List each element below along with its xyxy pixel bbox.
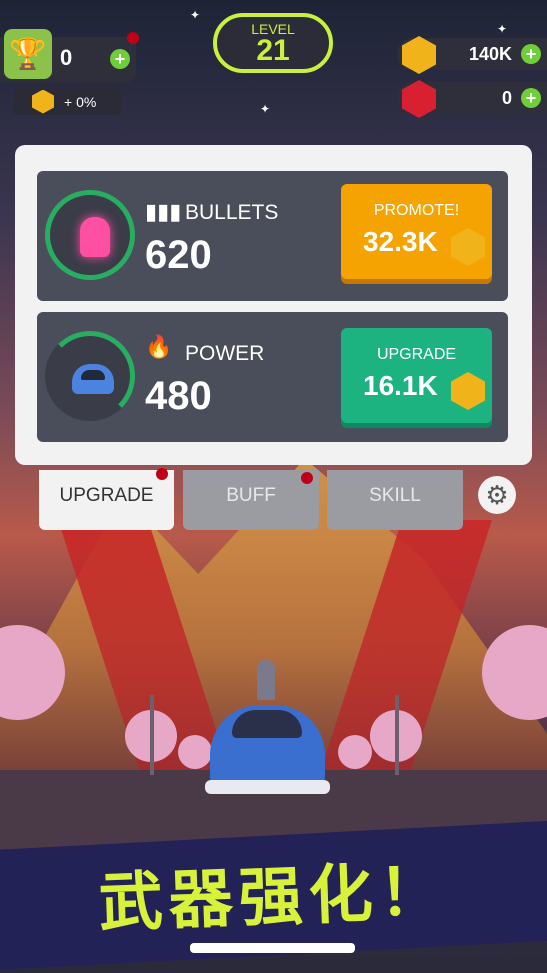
stat-label: POWER (185, 342, 265, 365)
player-car (205, 660, 330, 800)
ammo-icon: ▮▮▮ (145, 199, 182, 224)
gold-amount: 140K (468, 44, 512, 64)
bonus-indicator: + 0% (14, 88, 121, 115)
notification-dot (156, 468, 168, 480)
bonus-text: + 0% (64, 93, 97, 110)
button-price: 16.1K (363, 370, 438, 401)
trophy-icon: 🏆 (4, 29, 52, 79)
button-label: PROMOTE! (373, 202, 460, 219)
gem-amount: 0 (501, 88, 512, 108)
upgrade-panel: ▮▮▮ BULLETS 620 PROMOTE! 32.3K 🔥 POWER 4… (15, 145, 532, 465)
add-gold-button[interactable]: + (521, 44, 541, 64)
gold-gem-icon (32, 89, 54, 114)
tab-upgrade[interactable]: UPGRADE (39, 470, 174, 530)
trophy-count: 0 (60, 45, 73, 70)
notification-dot (301, 472, 313, 484)
bullet-icon (80, 217, 110, 257)
level-number: 21 (256, 34, 290, 67)
star-decoration: ✦ (497, 22, 508, 36)
tab-skill[interactable]: SKILL (327, 470, 463, 530)
street-lamp (395, 695, 399, 775)
add-gem-button[interactable]: + (521, 88, 541, 108)
upgrade-row-power: 🔥 POWER 480 UPGRADE 16.1K (37, 312, 508, 442)
banner-text: 武器强化！ (97, 854, 450, 940)
gear-icon[interactable]: ⚙ (478, 476, 516, 514)
tree (338, 735, 372, 769)
notification-dot (127, 32, 139, 44)
add-trophy-button[interactable]: + (110, 49, 130, 69)
car-icon (72, 364, 114, 394)
street-lamp (150, 695, 154, 775)
level-badge: LEVEL 21 (213, 13, 333, 73)
upgrade-row-bullets: ▮▮▮ BULLETS 620 PROMOTE! 32.3K (37, 171, 508, 301)
button-price: 32.3K (363, 226, 438, 257)
tab-buff[interactable]: BUFF (183, 470, 319, 530)
stat-value: 620 (145, 233, 212, 277)
promote-button[interactable]: PROMOTE! 32.3K (341, 184, 492, 279)
star-decoration: ✦ (260, 102, 271, 116)
star-decoration: ✦ (190, 8, 201, 22)
stat-label: BULLETS (185, 201, 279, 224)
home-indicator (190, 943, 355, 953)
bullet-ring (45, 190, 135, 280)
button-label: UPGRADE (376, 346, 457, 363)
stat-value: 480 (145, 374, 212, 418)
power-ring (45, 331, 135, 421)
flame-icon: 🔥 (145, 334, 173, 359)
upgrade-button[interactable]: UPGRADE 16.1K (341, 328, 492, 423)
